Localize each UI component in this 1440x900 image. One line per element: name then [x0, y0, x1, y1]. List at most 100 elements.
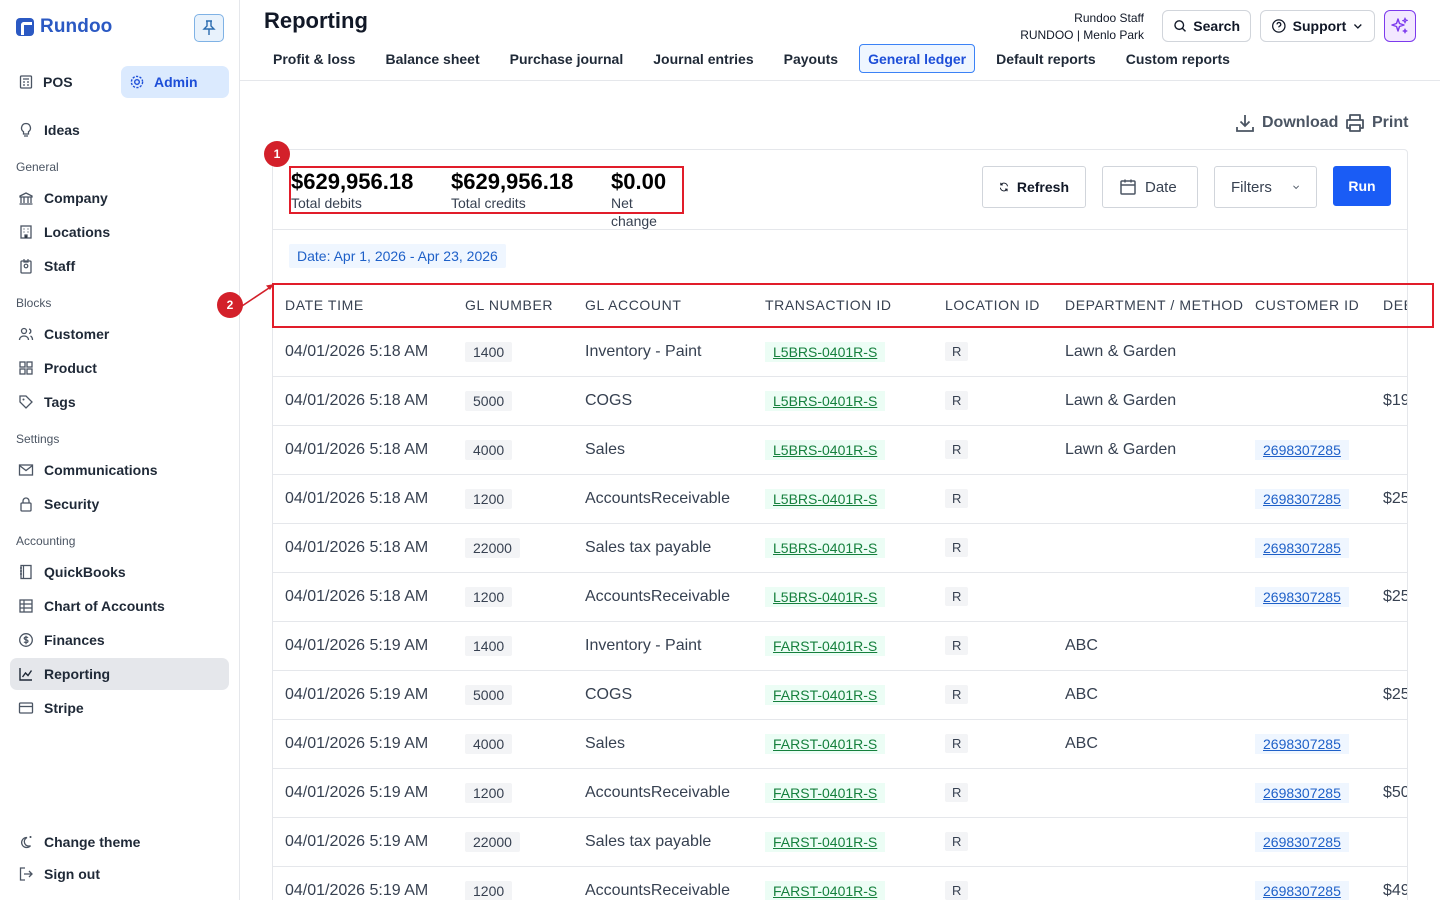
cell-debit	[1371, 719, 1407, 769]
sidebar-item-finances[interactable]: Finances	[10, 624, 229, 656]
cell-debit: $49	[1371, 866, 1407, 900]
transaction-link[interactable]: FARST-0401R-S	[765, 880, 886, 900]
column-header[interactable]: DEBIT	[1371, 284, 1407, 328]
table-row[interactable]: 04/01/2026 5:19 AM 1200 AccountsReceivable…	[273, 768, 1407, 818]
sidebar-item-stripe[interactable]: Stripe	[10, 692, 229, 724]
cell-gl-number: 5000	[453, 670, 573, 720]
refresh-button[interactable]: Refresh	[982, 166, 1086, 208]
pos-switch[interactable]: POS	[10, 66, 117, 98]
table-row[interactable]: 04/01/2026 5:18 AM 22000 Sales tax payable…	[273, 523, 1407, 573]
stat-total-debits: $629,956.18 Total debits	[291, 170, 413, 212]
pin-sidebar-button[interactable]	[194, 14, 224, 42]
tab-balance-sheet[interactable]: Balance sheet	[376, 44, 488, 73]
sidebar-item-staff[interactable]: Staff	[10, 250, 229, 282]
column-header[interactable]: DEPARTMENT / METHOD	[1053, 284, 1243, 328]
transaction-link[interactable]: L5BRS-0401R-S	[765, 537, 886, 558]
sidebar-item-locations[interactable]: Locations	[10, 216, 229, 248]
admin-switch[interactable]: Admin	[121, 66, 229, 98]
customer-link[interactable]: 2698307285	[1255, 782, 1349, 803]
customer-link[interactable]: 2698307285	[1255, 439, 1349, 460]
cell-datetime: 04/01/2026 5:19 AM	[273, 817, 453, 867]
support-button[interactable]: Support	[1260, 10, 1375, 42]
tab-general-ledger[interactable]: General ledger	[859, 44, 976, 73]
annotation-arrow	[241, 284, 274, 307]
transaction-link[interactable]: L5BRS-0401R-S	[765, 488, 886, 509]
sidebar-item-chart-of-accounts[interactable]: Chart of Accounts	[10, 590, 229, 622]
customer-link[interactable]: 2698307285	[1255, 586, 1349, 607]
location-pill: R	[945, 685, 969, 704]
transaction-link[interactable]: FARST-0401R-S	[765, 733, 886, 754]
sidebar-item-quickbooks[interactable]: QuickBooks	[10, 556, 229, 588]
table-row[interactable]: 04/01/2026 5:18 AM 1200 AccountsReceivable…	[273, 474, 1407, 524]
customer-link[interactable]: 2698307285	[1255, 831, 1349, 852]
transaction-link[interactable]: FARST-0401R-S	[765, 831, 886, 852]
transaction-link[interactable]: L5BRS-0401R-S	[765, 390, 886, 411]
gl-account-text: AccountsReceivable	[585, 881, 730, 899]
customer-link[interactable]: 2698307285	[1255, 488, 1349, 509]
transaction-link[interactable]: L5BRS-0401R-S	[765, 439, 886, 460]
column-header[interactable]: LOCATION ID	[933, 284, 1053, 328]
cell-loc: R	[933, 866, 1053, 900]
tab-custom-reports[interactable]: Custom reports	[1117, 44, 1239, 73]
tab-profit-loss[interactable]: Profit & loss	[264, 44, 364, 73]
ai-assistant-button[interactable]	[1384, 10, 1416, 42]
table-row[interactable]: 04/01/2026 5:19 AM 4000 Sales FARST-0401R-S…	[273, 719, 1407, 769]
tab-purchase-journal[interactable]: Purchase journal	[501, 44, 633, 73]
transaction-link[interactable]: L5BRS-0401R-S	[765, 586, 886, 607]
table-row[interactable]: 04/01/2026 5:18 AM 1400 Inventory - Paint L…	[273, 327, 1407, 377]
table-row[interactable]: 04/01/2026 5:19 AM 22000 Sales tax payable…	[273, 817, 1407, 867]
chevron-down-icon	[1354, 24, 1363, 29]
sign-out-button[interactable]: Sign out	[10, 858, 229, 890]
table-row[interactable]: 04/01/2026 5:19 AM 1200 AccountsReceivable…	[273, 866, 1407, 900]
download-button[interactable]: Download	[1234, 112, 1338, 134]
sidebar-item-reporting[interactable]: Reporting	[10, 658, 229, 690]
cell-gl-account: AccountsReceivable	[573, 572, 753, 622]
gl-account-text: Sales	[585, 734, 626, 752]
tab-default-reports[interactable]: Default reports	[987, 44, 1105, 73]
transaction-link[interactable]: FARST-0401R-S	[765, 684, 886, 705]
gl-account-text: AccountsReceivable	[585, 587, 730, 605]
table-row[interactable]: 04/01/2026 5:19 AM 1400 Inventory - Paint F…	[273, 621, 1407, 671]
cell-gl-account: Sales	[573, 425, 753, 475]
change-theme-button[interactable]: Change theme	[10, 826, 229, 858]
column-header[interactable]: CUSTOMER ID	[1243, 284, 1371, 328]
sidebar-item-security[interactable]: Security	[10, 488, 229, 520]
column-header[interactable]: GL NUMBER	[453, 284, 573, 328]
date-button[interactable]: Date	[1102, 166, 1198, 208]
date-label: Date	[1145, 178, 1177, 196]
cell-debit: $25	[1371, 670, 1407, 720]
sidebar-item-product[interactable]: Product	[10, 352, 229, 384]
tab-payouts[interactable]: Payouts	[775, 44, 847, 73]
user-info: Rundoo Staff RUNDOO | Menlo Park	[1020, 10, 1144, 44]
cell-cust: 2698307285	[1243, 866, 1371, 900]
transaction-link[interactable]: FARST-0401R-S	[765, 635, 886, 656]
column-header[interactable]: TRANSACTION ID	[753, 284, 933, 328]
tab-journal-entries[interactable]: Journal entries	[644, 44, 762, 73]
transaction-link[interactable]: L5BRS-0401R-S	[765, 341, 886, 362]
column-header[interactable]: DATE TIME	[273, 284, 453, 328]
cell-debit	[1371, 327, 1407, 377]
run-button[interactable]: Run	[1333, 166, 1391, 206]
print-button[interactable]: Print	[1344, 112, 1408, 134]
sidebar-item-tags[interactable]: Tags	[10, 386, 229, 418]
sidebar-item-ideas[interactable]: Ideas	[10, 114, 229, 146]
stat-total-credits: $629,956.18 Total credits	[451, 170, 573, 212]
table-row[interactable]: 04/01/2026 5:18 AM 1200 AccountsReceivable…	[273, 572, 1407, 622]
transaction-link[interactable]: FARST-0401R-S	[765, 782, 886, 803]
customer-link[interactable]: 2698307285	[1255, 880, 1349, 900]
section-settings: Settings	[16, 432, 60, 446]
table-row[interactable]: 04/01/2026 5:18 AM 5000 COGS L5BRS-0401R-S R…	[273, 376, 1407, 426]
column-header[interactable]: GL ACCOUNT	[573, 284, 753, 328]
customer-link[interactable]: 2698307285	[1255, 733, 1349, 754]
sidebar-item-customer[interactable]: Customer	[10, 318, 229, 350]
table-row[interactable]: 04/01/2026 5:19 AM 5000 COGS FARST-0401R-S R…	[273, 670, 1407, 720]
sidebar-item-label: Company	[44, 190, 108, 206]
search-button[interactable]: Search	[1162, 10, 1251, 42]
customer-link[interactable]: 2698307285	[1255, 537, 1349, 558]
sidebar-item-communications[interactable]: Communications	[10, 454, 229, 486]
sidebar-item-company[interactable]: Company	[10, 182, 229, 214]
pin-icon	[202, 20, 216, 35]
brand-logo[interactable]: Rundoo	[16, 16, 112, 38]
filters-dropdown[interactable]: Filters	[1214, 166, 1317, 208]
table-row[interactable]: 04/01/2026 5:18 AM 4000 Sales L5BRS-0401R-S…	[273, 425, 1407, 475]
